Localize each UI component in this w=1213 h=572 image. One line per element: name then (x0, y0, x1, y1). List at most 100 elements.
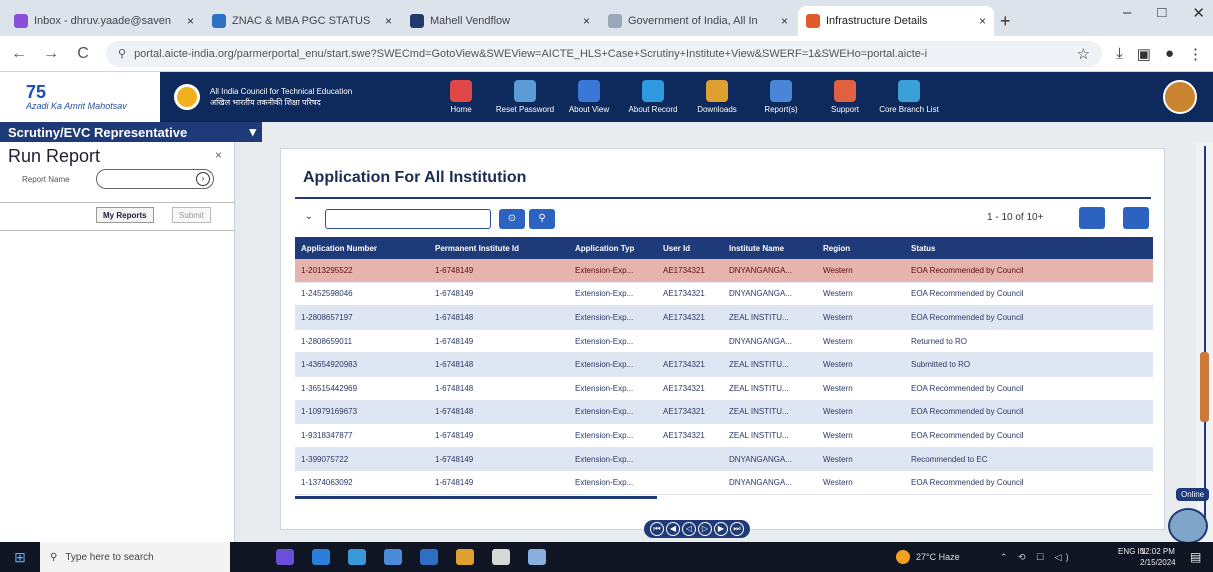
table-row[interactable]: 1-2808659011 1-6748149 Extension-Exp... DNY… (295, 330, 1153, 354)
column-header[interactable]: Application Number (295, 244, 431, 253)
profile-icon[interactable]: ● (1165, 45, 1174, 62)
browser-tab[interactable]: Government of India, All In × (600, 6, 796, 36)
user-avatar[interactable] (1163, 80, 1197, 114)
header-nav-item[interactable]: Core Branch List (878, 80, 940, 114)
taskbar-app-icon[interactable] (276, 549, 294, 565)
tab-title: ZNAC & MBA PGC STATUS (232, 15, 371, 27)
submit-button[interactable]: Submit (172, 207, 211, 223)
back-button[interactable]: ← (10, 45, 28, 63)
application-number-cell[interactable]: 1-36515442969 (295, 384, 431, 393)
side-panel-icon[interactable]: ▣ (1137, 45, 1151, 63)
reload-button[interactable]: C (74, 45, 92, 63)
query-dropdown-button[interactable]: ⌄ (299, 211, 319, 227)
browser-tab[interactable]: Inbox - dhruv.yaade@saven × (6, 6, 202, 36)
taskbar-app-icon[interactable] (420, 549, 438, 565)
table-row[interactable]: 1-43654920983 1-6748148 Extension-Exp... AE… (295, 353, 1153, 377)
pagination-button[interactable]: ◀ (666, 522, 680, 536)
header-nav-item[interactable]: About Record (622, 80, 684, 114)
minimize-button[interactable]: – (1123, 4, 1131, 22)
table-row[interactable]: 1-36515442969 1-6748148 Extension-Exp... AE… (295, 377, 1153, 401)
system-tray-icons[interactable]: ⌃ ⟲ ☐ ◁) (1000, 552, 1073, 563)
download-icon[interactable]: ⤓ (1116, 45, 1123, 62)
browser-tab[interactable]: Infrastructure Details × (798, 6, 994, 36)
close-tab-icon[interactable]: × (979, 14, 986, 28)
site-info-icon[interactable]: ⚲ (118, 47, 126, 60)
close-window-button[interactable]: ✕ (1192, 4, 1205, 22)
taskbar-app-icon[interactable] (384, 549, 402, 565)
table-row[interactable]: 1-10979169673 1-6748148 Extension-Exp... AE… (295, 400, 1153, 425)
pagination-button[interactable]: ◁ (682, 522, 696, 536)
header-nav-item[interactable]: Reset Password (494, 80, 556, 114)
search-input[interactable] (325, 209, 491, 229)
url-input[interactable]: ⚲ portal.aicte-india.org/parmerportal_en… (106, 40, 1103, 67)
table-row[interactable]: 1-2808657197 1-6748148 Extension-Exp... AE1… (295, 306, 1153, 330)
application-number-cell[interactable]: 1-399075722 (295, 455, 431, 464)
pagination-button[interactable]: ⏮ (650, 522, 664, 536)
close-tab-icon[interactable]: × (583, 14, 590, 28)
taskbar-app-icon[interactable] (528, 549, 546, 565)
header-nav-item[interactable]: Home (430, 80, 492, 114)
taskbar-app-icon[interactable] (348, 549, 366, 565)
chevron-down-icon[interactable]: ▾ (249, 124, 256, 140)
chatbot-icon[interactable] (1168, 508, 1208, 544)
header-nav-item[interactable]: Support (814, 80, 876, 114)
application-number-cell[interactable]: 1-9318347877 (295, 431, 431, 440)
header-nav-item[interactable]: About View (558, 80, 620, 114)
browser-tab[interactable]: ZNAC & MBA PGC STATUS × (204, 6, 400, 36)
new-tab-button[interactable]: + (1000, 6, 1011, 36)
settings-button[interactable] (1123, 207, 1149, 229)
column-header[interactable]: Region (819, 244, 907, 253)
notifications-icon[interactable]: ▤ (1190, 550, 1201, 564)
weather-widget[interactable]: 27°C Haze (896, 550, 960, 564)
forward-button[interactable]: → (42, 45, 60, 63)
table-row[interactable]: 1-2013295522 1-6748149 Extension-Exp... AE1… (295, 259, 1153, 283)
application-number-cell[interactable]: 1-2808657197 (295, 313, 431, 322)
table-row[interactable]: 1-2452598046 1-6748149 Extension-Exp... AE1… (295, 283, 1153, 307)
column-header[interactable]: Institute Name (725, 244, 819, 253)
go-button[interactable]: ⊙ (499, 209, 525, 229)
vertical-scrollbar[interactable] (1196, 142, 1213, 542)
column-header[interactable]: User Id (659, 244, 725, 253)
table-row[interactable]: 1-1374063092 1-6748149 Extension-Exp... DNY… (295, 471, 1153, 495)
find-button[interactable]: ⚲ (529, 209, 555, 229)
report-name-select[interactable]: › (96, 169, 214, 189)
taskbar-app-icon[interactable] (456, 549, 474, 565)
maximize-button[interactable]: □ (1157, 4, 1166, 22)
taskbar-app-icon[interactable] (312, 549, 330, 565)
application-number-cell[interactable]: 1-1374063092 (295, 478, 431, 487)
scrollbar-thumb[interactable] (1200, 352, 1209, 422)
header-nav-item[interactable]: Report(s) (750, 80, 812, 114)
pagination-button[interactable]: ▶ (714, 522, 728, 536)
bookmark-star-icon[interactable]: ☆ (1077, 45, 1090, 63)
application-number-cell[interactable]: 1-2013295522 (295, 266, 431, 275)
taskbar-search-input[interactable]: ⚲ Type here to search (40, 542, 230, 572)
azadi-ka-amrit-mahotsav-logo[interactable]: 75 Azadi Ka Amrit Mahotsav (0, 72, 160, 122)
application-number-cell[interactable]: 1-10979169673 (295, 407, 431, 416)
role-selector[interactable]: Scrutiny/EVC Representative ▾ (0, 122, 262, 142)
close-icon[interactable]: × (215, 148, 222, 162)
application-number-cell[interactable]: 1-43654920983 (295, 360, 431, 369)
chevron-down-icon[interactable]: › (196, 172, 210, 186)
pagination-button[interactable]: ▷ (698, 522, 712, 536)
export-button[interactable] (1079, 207, 1105, 229)
taskbar-clock[interactable]: 12:02 PM 2/15/2024 (1140, 546, 1176, 568)
browser-menu-icon[interactable]: ⋮ (1188, 45, 1203, 63)
close-tab-icon[interactable]: × (385, 14, 392, 28)
header-nav-item[interactable]: Downloads (686, 80, 748, 114)
windows-start-icon[interactable]: ⊞ (0, 549, 40, 566)
institute-name-cell: DNYANGANGA... (729, 265, 792, 275)
table-row[interactable]: 1-9318347877 1-6748149 Extension-Exp... AE1… (295, 424, 1153, 448)
close-tab-icon[interactable]: × (781, 14, 788, 28)
my-reports-button[interactable]: My Reports (96, 207, 154, 223)
application-number-cell[interactable]: 1-2452598046 (295, 289, 431, 298)
browser-tab[interactable]: Mahell Vendflow × (402, 6, 598, 36)
column-header[interactable]: Status (907, 244, 1153, 253)
pagination-button[interactable]: ⏭ (730, 522, 744, 536)
taskbar-app-icon[interactable] (492, 549, 510, 565)
application-number-cell[interactable]: 1-2808659011 (295, 337, 431, 346)
column-header[interactable]: Permanent Institute Id (431, 244, 571, 253)
table-row[interactable]: 1-399075722 1-6748149 Extension-Exp... DNYA… (295, 447, 1153, 472)
close-tab-icon[interactable]: × (187, 14, 194, 28)
column-header[interactable]: Application Typ (571, 244, 659, 253)
horizontal-scrollbar[interactable] (295, 496, 657, 499)
